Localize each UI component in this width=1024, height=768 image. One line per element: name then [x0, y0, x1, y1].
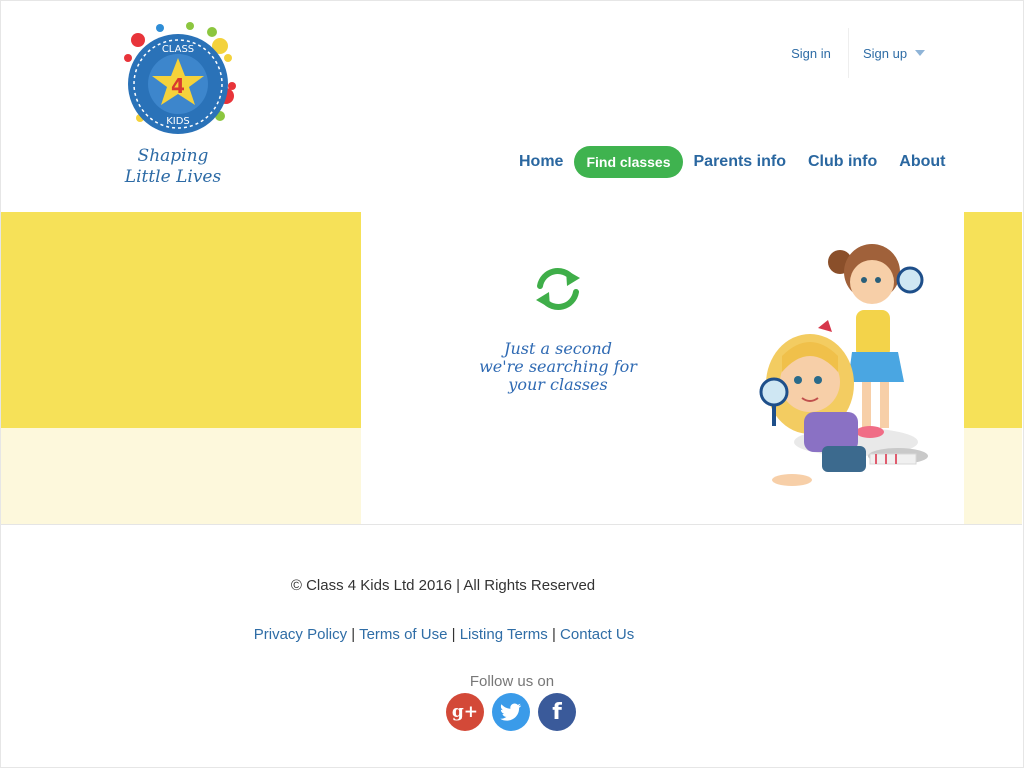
searching-message: Just a second we're searching for your c… — [460, 340, 656, 394]
nav-club-info[interactable]: Club info — [797, 153, 888, 171]
main-nav: Home Find classes Parents info Club info… — [508, 144, 956, 180]
listing-terms-link[interactable]: Listing Terms — [460, 626, 548, 643]
sign-up-dropdown[interactable]: Sign up — [848, 28, 939, 78]
hero-panel-left-bottom — [1, 428, 361, 524]
nav-parents-info[interactable]: Parents info — [683, 153, 797, 171]
tagline-line-2: Little Lives — [124, 167, 222, 187]
nav-home[interactable]: Home — [508, 153, 574, 171]
searching-line-1: Just a second — [504, 339, 612, 358]
google-plus-icon: g+ — [451, 702, 479, 722]
refresh-icon — [530, 266, 586, 312]
hero-panel-right-top — [964, 212, 1022, 428]
google-plus-button[interactable]: g+ — [446, 693, 484, 731]
logo-number: 4 — [171, 74, 185, 98]
logo-text-bottom: KIDS — [166, 116, 190, 127]
terms-of-use-link[interactable]: Terms of Use — [359, 626, 447, 643]
nav-about[interactable]: About — [888, 153, 956, 171]
searching-line-3: your classes — [508, 375, 608, 394]
footer-separator: | — [551, 626, 556, 643]
tagline-line-1: Shaping — [137, 146, 209, 166]
kids-with-magnifiers-illustration — [752, 232, 942, 502]
searching-line-2: we're searching for — [479, 357, 637, 376]
sign-in-label: Sign in — [791, 45, 831, 61]
footer-separator: | — [351, 626, 356, 643]
follow-us-label: Follow us on — [469, 673, 555, 690]
hero-panel-right-bottom — [964, 428, 1022, 524]
twitter-button[interactable] — [492, 693, 530, 731]
logo-text-top: CLASS — [162, 44, 194, 55]
nav-find-classes[interactable]: Find classes — [574, 146, 683, 178]
facebook-button[interactable]: f — [538, 693, 576, 731]
footer-links: Privacy Policy | Terms of Use | Listing … — [200, 626, 688, 643]
footer-separator: | — [451, 626, 456, 643]
brand-tagline: Shaping Little Lives — [112, 146, 234, 188]
chevron-down-icon — [915, 50, 926, 56]
sign-up-label: Sign up — [862, 45, 908, 61]
copyright-text: © Class 4 Kids Ltd 2016 | All Rights Res… — [290, 577, 596, 594]
contact-us-link[interactable]: Contact Us — [560, 626, 634, 643]
privacy-policy-link[interactable]: Privacy Policy — [254, 626, 347, 643]
twitter-icon — [500, 703, 522, 721]
hero-divider — [1, 524, 1022, 525]
facebook-icon: f — [552, 699, 562, 725]
hero-panel-left-top — [1, 212, 361, 428]
sign-in-link[interactable]: Sign in — [776, 28, 846, 78]
